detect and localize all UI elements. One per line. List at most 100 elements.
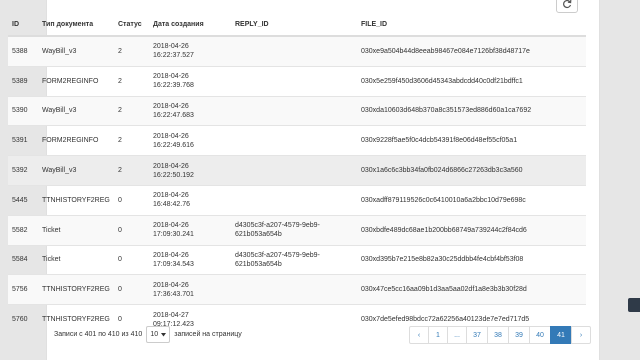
cell-status-text: 0 [118,196,122,204]
cell-reply-id [231,65,357,97]
table-row[interactable]: 5391 FORM2REGINFO 2 2018-04-26 16:22:49.616 0… [8,125,586,156]
refresh-button[interactable] [556,0,578,13]
cell-status-text: 0 [118,316,122,324]
cell-type: Ticket [38,214,114,246]
cell-date-text: 2018-04-26 [153,132,189,140]
cell-status-text: 0 [118,256,122,264]
cell-reply-id [231,35,357,67]
cell-reply-id-text: 621b053a654b [235,260,282,268]
cell-id-text: 5388 [12,47,28,55]
cell-type-text: Ticket [42,256,61,264]
col-header-reply-id[interactable]: REPLY_ID [231,14,357,37]
side-widget-tab[interactable] [628,298,640,312]
caret-down-icon [161,332,167,336]
cell-file-id: 030x47ce5cc16aa09b1d3aa5aa02df1a8e3b3b30… [357,274,586,305]
cell-id: 5445 [8,184,38,216]
cell-date-text: 16:22:47.683 [153,111,194,119]
cell-date-text: 17:36:43.701 [153,290,194,298]
col-header-date[interactable]: Дата создания [149,14,231,37]
cell-type-text: WayBill_v3 [42,47,77,55]
col-header-file-id[interactable]: FILE_ID [357,14,586,37]
page-button-40[interactable]: 40 [529,326,551,344]
cell-file-id-text: 030x1a6c6c3bb34fa0fb024d6866c27263db3c3a… [361,167,523,175]
cell-file-id-text: 030x5e259f450d3606d45343abdcdd40c0df21bd… [361,77,523,85]
table-row[interactable]: 5388 WayBill_v3 2 2018-04-26 16:22:37.527 030… [8,35,586,67]
documents-table: ID Тип документа Статус Дата создания RE… [8,14,586,334]
cell-reply-id [231,155,357,186]
cell-id: 5582 [8,214,38,246]
cell-reply-id-text: 621b053a654b [235,231,282,239]
cell-file-id: 030x1a6c6c3bb34fa0fb024d6866c27263db3c3a… [357,155,586,186]
cell-type: TTNHISTORYF2REG [38,184,114,216]
table-row[interactable]: 5389 FORM2REGINFO 2 2018-04-26 16:22:39.768 0… [8,65,586,97]
table-row[interactable]: 5445 TTNHISTORYF2REG 0 2018-04-26 16:48:42.7… [8,184,586,216]
cell-status: 2 [114,95,149,126]
cell-file-id: 030xadff879119526c0c6410010a6a2bbc10d79e… [357,184,586,216]
cell-date: 2018-04-26 16:22:47.683 [149,95,231,126]
cell-type: FORM2REGINFO [38,125,114,156]
table-row[interactable]: 5582 Ticket 0 2018-04-26 17:09:30.241 d4305c3… [8,214,586,246]
cell-reply-id [231,125,357,156]
page-button-39[interactable]: 39 [508,326,530,344]
cell-status: 2 [114,125,149,156]
cell-date: 2018-04-26 17:09:34.543 [149,244,231,275]
page-button-1[interactable]: 1 [428,326,448,344]
cell-date-text: 16:22:50.192 [153,171,194,179]
cell-reply-id-text: d4305c3f-a207-4579-9eb9- [235,251,320,259]
cell-file-id-text: 030x7de5efed98bdcc72a62256a40123de7e7ed7… [361,316,530,324]
cell-type-text: TTNHISTORYF2REG [42,286,110,294]
table-row[interactable]: 5392 WayBill_v3 2 2018-04-26 16:22:50.192 030… [8,155,586,186]
table-header-row: ID Тип документа Статус Дата создания RE… [8,14,586,37]
table-row[interactable]: 5756 TTNHISTORYF2REG 0 2018-04-26 17:36:43.7… [8,274,586,305]
cell-status: 0 [114,184,149,216]
page-size-select[interactable]: 10 [146,326,171,343]
table-row[interactable]: 5584 Ticket 0 2018-04-26 17:09:34.543 d4305c3… [8,244,586,275]
cell-type: WayBill_v3 [38,155,114,186]
cell-date-text: 16:22:49.616 [153,141,194,149]
cell-reply-id: d4305c3f-a207-4579-9eb9- 621b053a654b [231,244,357,275]
cell-status-text: 2 [118,167,122,175]
cell-date: 2018-04-26 16:48:42.76 [149,184,231,216]
cell-id: 5391 [8,125,38,156]
cell-id: 5390 [8,95,38,126]
cell-reply-id [231,304,357,334]
cell-status: 2 [114,65,149,97]
cell-file-id-text: 030xbdfe489dc68ae1b200bb68749a739244c2f8… [361,226,527,234]
page-button-38[interactable]: 38 [487,326,509,344]
cell-date: 2018-04-26 17:36:43.701 [149,274,231,305]
records-info: Записи с 401 по 410 из 410 [54,331,143,338]
refresh-icon [563,0,572,8]
cell-id: 5388 [8,35,38,67]
cell-date-text: 2018-04-26 [153,162,189,170]
cell-status-text: 0 [118,286,122,294]
cell-id-text: 5390 [12,107,28,115]
cell-type: Ticket [38,244,114,275]
cell-file-id-text: 030x47ce5cc16aa09b1d3aa5aa02df1a8e3b3b30… [361,286,527,294]
cell-type-text: WayBill_v3 [42,167,77,175]
page-next-button[interactable]: › [571,326,591,344]
page-prev-button[interactable]: ‹ [409,326,429,344]
table-row[interactable]: 5390 WayBill_v3 2 2018-04-26 16:22:47.683 030… [8,95,586,126]
page-button-37[interactable]: 37 [466,326,488,344]
page-button-41[interactable]: 41 [550,326,572,344]
cell-id-text: 5392 [12,167,28,175]
cell-id: 5389 [8,65,38,97]
cell-status-text: 2 [118,107,122,115]
cell-date-text: 2018-04-27 [153,311,189,319]
cell-file-id-text: 030xe9a504b44d8eeab98467e084e7126bf38d48… [361,47,530,55]
page-ellipsis[interactable]: ... [447,326,467,344]
cell-file-id: 030xbdfe489dc68ae1b200bb68749a739244c2f8… [357,214,586,246]
cell-id: 5584 [8,244,38,275]
cell-type-text: TTNHISTORYF2REG [42,316,110,324]
cell-reply-id: d4305c3f-a207-4579-9eb9- 621b053a654b [231,214,357,246]
col-header-status[interactable]: Статус [114,14,149,37]
cell-status-text: 0 [118,226,122,234]
cell-id: 5760 [8,304,38,334]
col-header-id[interactable]: ID [8,14,38,37]
col-header-type[interactable]: Тип документа [38,14,114,37]
cell-date-text: 16:48:42.76 [153,201,190,209]
cell-date-text: 2018-04-26 [153,251,189,259]
cell-date: 2018-04-26 16:22:39.768 [149,65,231,97]
cell-type-text: WayBill_v3 [42,107,77,115]
cell-date: 2018-04-26 17:09:30.241 [149,214,231,246]
